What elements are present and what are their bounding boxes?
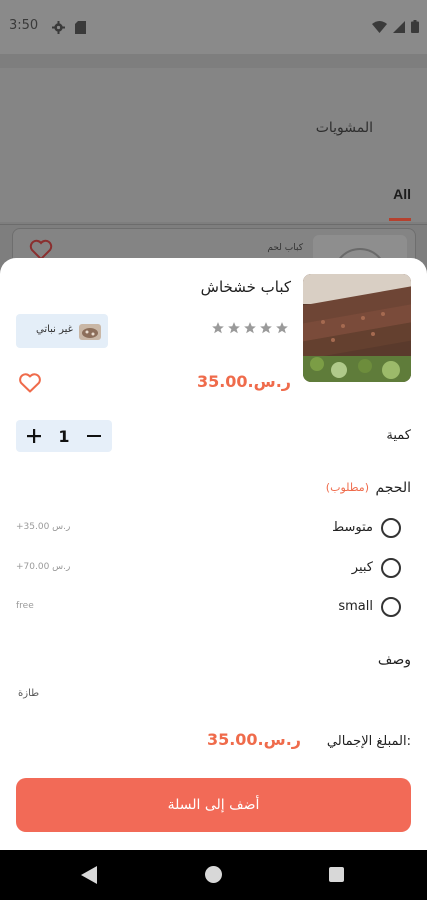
- product-price: ر.س.35.00: [196, 372, 291, 391]
- background-page: المشويات All كباب لحم: [0, 54, 427, 302]
- radio-button[interactable]: [381, 518, 401, 538]
- size-option-medium[interactable]: متوسط +35.00 ر.س: [0, 510, 427, 546]
- battery-icon: [411, 18, 419, 37]
- size-option-large[interactable]: كبير +70.00 ر.س: [0, 550, 427, 586]
- star-icon: [211, 320, 225, 339]
- option-price: free: [16, 601, 34, 611]
- star-icon: [243, 320, 257, 339]
- status-bar: 3:50: [0, 0, 427, 54]
- quantity-value: 1: [58, 426, 70, 446]
- product-title: كباب خشخاش: [200, 278, 291, 296]
- favorite-heart-icon[interactable]: [18, 372, 42, 398]
- signal-icon: [393, 18, 405, 37]
- size-label: الحجم: [375, 480, 411, 496]
- sim-icon: [75, 19, 86, 38]
- option-label: كبير: [351, 560, 373, 575]
- card-title: كباب لحم: [267, 243, 303, 253]
- star-icon: [275, 320, 289, 339]
- star-icon: [259, 320, 273, 339]
- rating-stars: [211, 320, 289, 339]
- option-price: +35.00 ر.س: [16, 522, 71, 532]
- product-image: [303, 274, 411, 382]
- divider: [0, 224, 427, 225]
- tab-all[interactable]: All: [393, 186, 411, 202]
- tab-indicator: [389, 218, 411, 221]
- back-icon[interactable]: [81, 866, 97, 888]
- settings-icon: [52, 19, 65, 38]
- status-time: 3:50: [9, 18, 39, 33]
- size-required-note: (مطلوب): [325, 481, 369, 494]
- veg-status-badge: غير نباتي: [16, 314, 108, 348]
- category-header: المشويات: [0, 68, 427, 222]
- total-label: المبلغ الإجمالي:: [326, 734, 411, 749]
- radio-button[interactable]: [381, 597, 401, 617]
- add-to-cart-label: أضف إلى السلة: [167, 797, 260, 813]
- product-sheet: كباب خشخاش غير نباتي ر.س.35.00 كمية 1 ال…: [0, 258, 427, 850]
- total-value: ر.س.35.00: [206, 730, 301, 749]
- home-icon[interactable]: [205, 866, 222, 883]
- quantity-stepper: 1: [16, 420, 112, 452]
- description-text: طازة: [18, 688, 40, 699]
- star-icon: [227, 320, 241, 339]
- size-option-small[interactable]: small free: [0, 589, 427, 625]
- quantity-label: كمية: [386, 428, 411, 443]
- non-veg-icon: [78, 320, 102, 346]
- option-label: small: [338, 599, 373, 614]
- veg-badge-label: غير نباتي: [36, 324, 73, 335]
- plus-icon[interactable]: [23, 425, 45, 447]
- wifi-icon: [372, 18, 387, 37]
- recents-icon[interactable]: [329, 867, 344, 882]
- add-to-cart-button[interactable]: أضف إلى السلة: [16, 778, 411, 832]
- option-price: +70.00 ر.س: [16, 562, 71, 572]
- description-label: وصف: [377, 652, 411, 668]
- minus-icon[interactable]: [83, 425, 105, 447]
- option-label: متوسط: [332, 520, 373, 535]
- category-title: المشويات: [315, 120, 373, 136]
- navigation-bar: [0, 850, 427, 900]
- radio-button[interactable]: [381, 558, 401, 578]
